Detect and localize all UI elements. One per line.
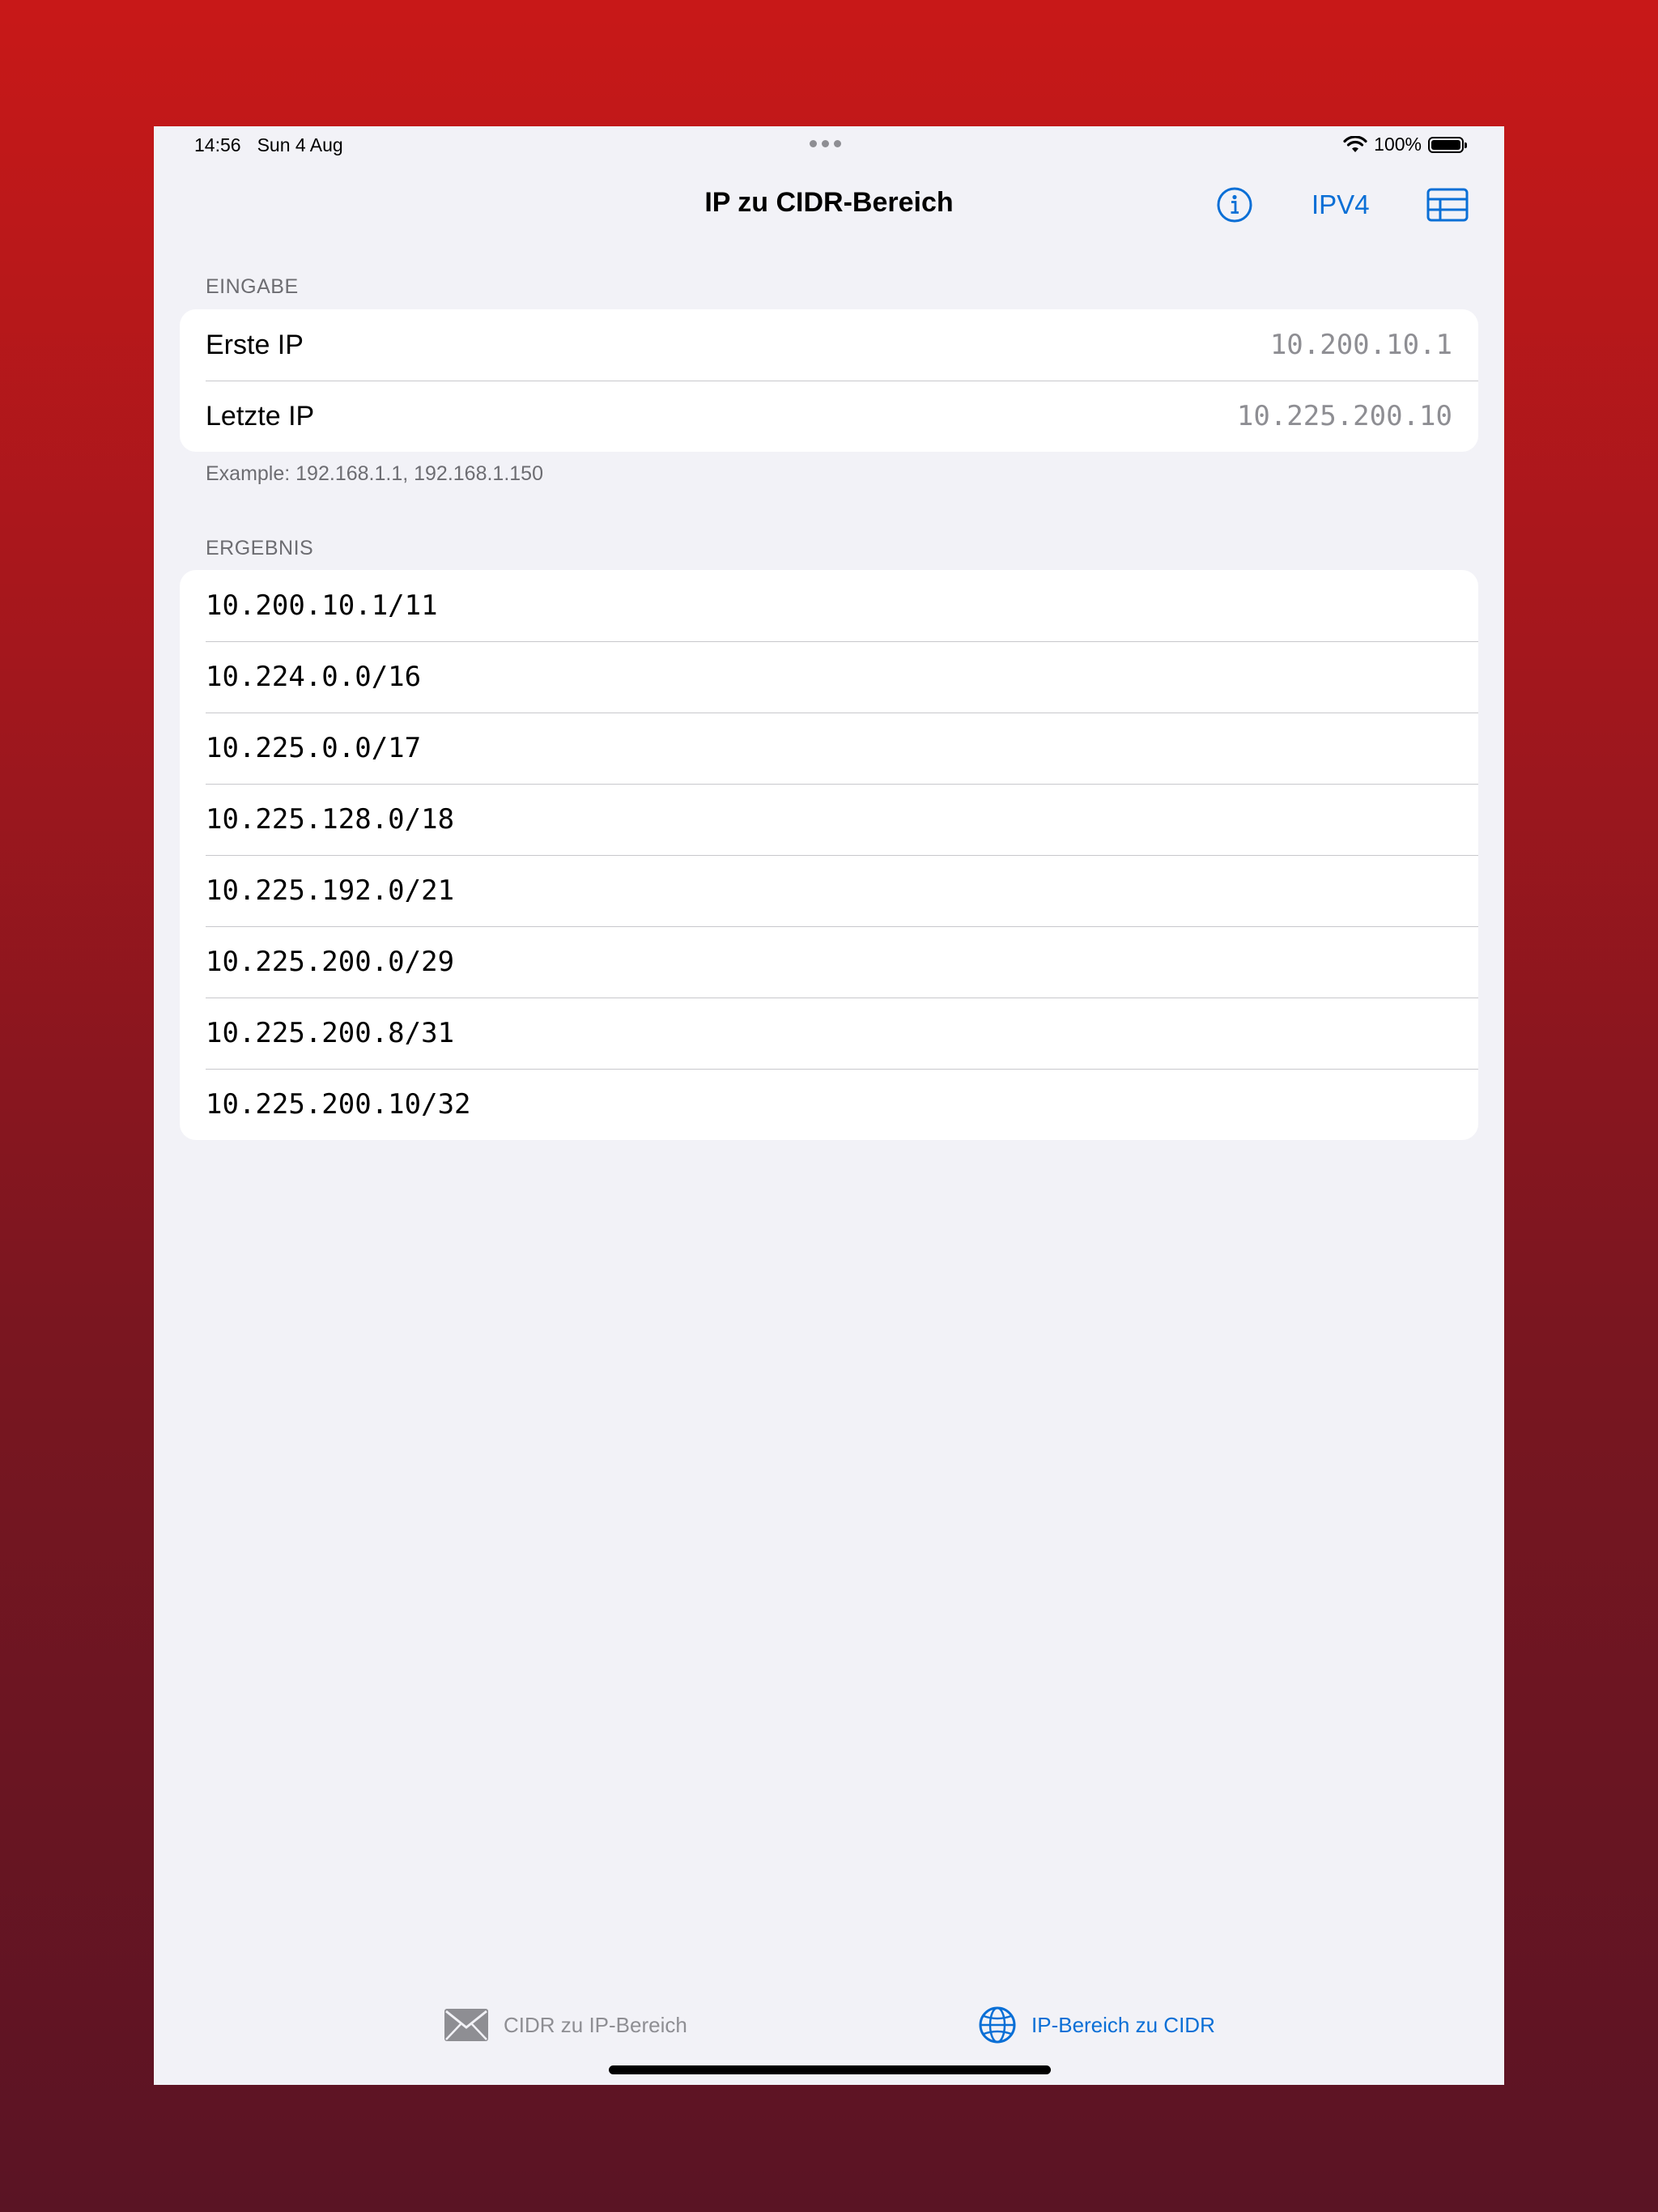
tab-label: IP-Bereich zu CIDR — [1031, 2012, 1215, 2037]
result-cidr: 10.225.200.0/29 — [206, 946, 455, 978]
tab-label: CIDR zu IP-Bereich — [504, 2012, 687, 2037]
list-item[interactable]: 10.225.200.0/29 — [180, 926, 1478, 998]
table-view-button[interactable] — [1425, 185, 1470, 225]
status-date: Sun 4 Aug — [257, 134, 343, 155]
first-ip-row[interactable]: Erste IP 10.200.10.1 — [180, 309, 1478, 381]
result-cidr: 10.224.0.0/16 — [206, 661, 422, 693]
result-list: 10.200.10.1/11 10.224.0.0/16 10.225.0.0/… — [180, 570, 1478, 1140]
last-ip-field[interactable]: 10.225.200.10 — [1237, 381, 1452, 452]
first-ip-field[interactable]: 10.200.10.1 — [1270, 309, 1452, 381]
globe-icon — [979, 2006, 1016, 2044]
result-section-header: ERGEBNIS — [206, 537, 314, 559]
envelope-icon — [444, 2009, 488, 2041]
result-cidr: 10.225.128.0/18 — [206, 803, 455, 836]
list-item[interactable]: 10.225.200.10/32 — [180, 1069, 1478, 1140]
ipv-toggle-button[interactable]: IPV4 — [1312, 185, 1370, 225]
result-cidr: 10.225.200.8/31 — [206, 1017, 455, 1049]
tab-ip-range-to-cidr[interactable]: IP-Bereich zu CIDR — [978, 2001, 1215, 2049]
list-item[interactable]: 10.225.0.0/17 — [180, 713, 1478, 784]
wifi-icon — [1343, 135, 1367, 152]
battery-percent: 100% — [1374, 134, 1422, 155]
home-indicator[interactable] — [609, 2065, 1051, 2074]
info-button[interactable] — [1214, 185, 1255, 225]
input-example-note: Example: 192.168.1.1, 192.168.1.150 — [206, 462, 543, 485]
info-icon — [1217, 187, 1252, 223]
result-cidr: 10.200.10.1/11 — [206, 589, 438, 622]
input-group: Erste IP 10.200.10.1 Letzte IP 10.225.20… — [180, 309, 1478, 452]
first-ip-label: Erste IP — [206, 330, 304, 360]
last-ip-row[interactable]: Letzte IP 10.225.200.10 — [180, 381, 1478, 452]
result-cidr: 10.225.192.0/21 — [206, 874, 455, 907]
list-item[interactable]: 10.225.192.0/21 — [180, 855, 1478, 926]
multitasking-dots-icon[interactable] — [810, 140, 841, 147]
status-time: 14:56 — [194, 134, 241, 155]
last-ip-label: Letzte IP — [206, 401, 315, 432]
app-window: 14:56 Sun 4 Aug 100% IP zu CIDR-Bereich I… — [154, 126, 1504, 2085]
page-title: IP zu CIDR-Bereich — [704, 187, 954, 218]
result-cidr: 10.225.0.0/17 — [206, 732, 422, 764]
status-bar: 14:56 Sun 4 Aug 100% — [154, 126, 1504, 167]
battery-icon — [1428, 136, 1467, 153]
status-indicators: 100% — [1343, 134, 1467, 155]
table-icon — [1426, 188, 1469, 222]
result-cidr: 10.225.200.10/32 — [206, 1088, 471, 1121]
input-section-header: EINGABE — [206, 275, 299, 298]
status-datetime: 14:56 Sun 4 Aug — [194, 134, 343, 156]
list-item[interactable]: 10.225.128.0/18 — [180, 784, 1478, 855]
list-item[interactable]: 10.225.200.8/31 — [180, 998, 1478, 1069]
list-item[interactable]: 10.224.0.0/16 — [180, 641, 1478, 713]
tab-cidr-to-ip-range[interactable]: CIDR zu IP-Bereich — [444, 2001, 687, 2049]
list-item[interactable]: 10.200.10.1/11 — [180, 570, 1478, 641]
